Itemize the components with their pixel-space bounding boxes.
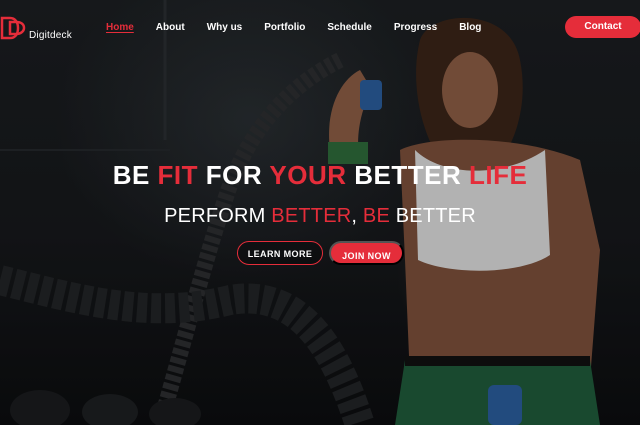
brand[interactable]: Digitdeck <box>0 14 72 42</box>
nav-home[interactable]: Home <box>106 22 134 33</box>
main-nav: Home About Why us Portfolio Schedule Pro… <box>106 22 481 33</box>
logo-icon <box>0 16 26 40</box>
headline-highlight: LIFE <box>468 160 528 190</box>
hero-section: Digitdeck Home About Why us Portfolio Sc… <box>0 0 640 425</box>
join-now-button[interactable]: JOIN NOW <box>329 241 404 265</box>
subline-part: , <box>351 205 363 227</box>
contact-button[interactable]: Contact <box>565 16 640 38</box>
brand-name: Digitdeck <box>29 30 72 41</box>
nav-portfolio[interactable]: Portfolio <box>264 22 305 33</box>
nav-about[interactable]: About <box>156 22 185 33</box>
learn-more-button[interactable]: LEARN MORE <box>237 241 323 265</box>
headline-part: FOR <box>198 160 270 190</box>
subline-part: BETTER <box>390 205 476 227</box>
subline-part: PERFORM <box>164 205 272 227</box>
hero-subheadline: PERFORM BETTER, BE BETTER <box>0 205 640 228</box>
headline-part: BE <box>112 160 158 190</box>
headline-part: BETTER <box>346 160 469 190</box>
subline-highlight: BE <box>362 205 391 227</box>
hero-headline: BE FIT FOR YOUR BETTER LIFE <box>0 160 640 191</box>
headline-highlight: FIT <box>157 160 199 190</box>
headline-highlight: YOUR <box>269 160 347 190</box>
nav-why-us[interactable]: Why us <box>207 22 243 33</box>
subline-highlight: BETTER <box>271 205 352 227</box>
nav-blog[interactable]: Blog <box>459 22 481 33</box>
nav-schedule[interactable]: Schedule <box>327 22 371 33</box>
nav-progress[interactable]: Progress <box>394 22 437 33</box>
